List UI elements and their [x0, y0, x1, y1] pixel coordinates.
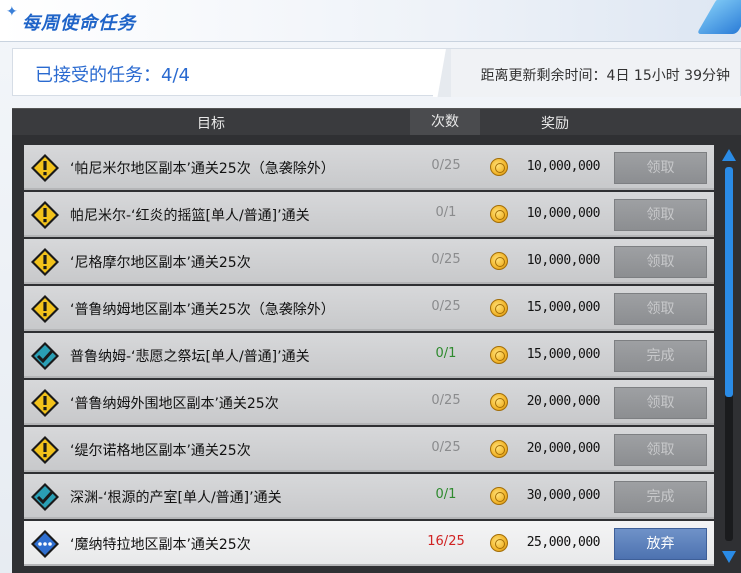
window-title: 每周使命任务 [22, 13, 136, 34]
coin-icon [490, 487, 508, 505]
mission-count: 0/1 [435, 205, 457, 220]
mission-count: 0/25 [431, 299, 461, 314]
claim-button[interactable]: 领取 [614, 293, 707, 325]
reward-amount: 15,000,000 [526, 347, 601, 362]
table-row[interactable]: ‘帕尼米尔地区副本’通关25次（急袭除外） 0/25 10,000,000 领取 [24, 145, 714, 190]
table-row[interactable]: ‘普鲁纳姆外围地区副本’通关25次 0/25 20,000,000 领取 [24, 380, 714, 425]
scroll-track[interactable] [725, 167, 733, 541]
warning-icon [30, 247, 60, 277]
table-row[interactable]: ‘缇尔诺格地区副本’通关25次 0/25 20,000,000 领取 [24, 427, 714, 472]
coin-icon [490, 440, 508, 458]
mission-goal: ‘普鲁纳姆外围地区副本’通关25次 [70, 396, 279, 412]
title-bar: ✦ 每周使命任务 [0, 0, 741, 42]
warning-icon [30, 388, 60, 418]
table-row[interactable]: ‘尼格摩尔地区副本’通关25次 0/25 10,000,000 领取 [24, 239, 714, 284]
banner-divider [433, 49, 451, 97]
mission-goal: 普鲁纳姆-‘悲愿之祭坛[单人/普通]’通关 [70, 349, 310, 365]
warning-icon [30, 435, 60, 465]
check-icon [30, 341, 60, 371]
accepted-count: 已接受的任务：4/4 [35, 65, 190, 86]
header-goal: 目标 [197, 116, 225, 132]
warning-icon [30, 200, 60, 230]
in-progress-icon [30, 529, 60, 559]
coin-icon [490, 299, 508, 317]
warning-icon [30, 153, 60, 183]
mission-goal: ‘普鲁纳姆地区副本’通关25次（急袭除外） [70, 302, 335, 318]
coin-icon [490, 252, 508, 270]
coin-icon [490, 346, 508, 364]
reward-amount: 25,000,000 [526, 535, 601, 550]
mission-goal: 深渊-‘根源的产室[单人/普通]’通关 [70, 490, 282, 506]
table-row[interactable]: ‘魔纳特拉地区副本’通关25次 16/25 25,000,000 放弃 [24, 521, 714, 566]
claim-button[interactable]: 领取 [614, 199, 707, 231]
mission-goal: 帕尼米尔-‘红炎的摇篮[单人/普通]’通关 [70, 208, 310, 224]
mission-goal: ‘魔纳特拉地区副本’通关25次 [70, 537, 251, 553]
coin-icon [490, 158, 508, 176]
reward-amount: 10,000,000 [526, 206, 601, 221]
mission-count: 0/25 [431, 393, 461, 408]
table-row[interactable]: 深渊-‘根源的产室[单人/普通]’通关 0/1 30,000,000 完成 [24, 474, 714, 519]
mission-table: 目标 次数 奖励 ‘帕尼米尔地区副本’通关25次（急袭除外） 0/25 10,000… [12, 108, 741, 573]
close-corner-icon[interactable] [696, 0, 741, 34]
check-icon [30, 482, 60, 512]
status-banner: 已接受的任务：4/4 距离更新剩余时间：4日 15小时 39分钟 [12, 48, 741, 97]
header-reward: 奖励 [541, 116, 569, 132]
coin-icon [490, 393, 508, 411]
claim-button[interactable]: 领取 [614, 387, 707, 419]
claim-button[interactable]: 领取 [614, 152, 707, 184]
mission-goal: ‘帕尼米尔地区副本’通关25次（急袭除外） [70, 161, 335, 177]
complete-button[interactable]: 完成 [614, 340, 707, 372]
scroll-thumb[interactable] [725, 167, 733, 397]
refresh-timer: 距离更新剩余时间：4日 15小时 39分钟 [480, 68, 730, 84]
reward-amount: 20,000,000 [526, 394, 601, 409]
reward-amount: 30,000,000 [526, 488, 601, 503]
table-row[interactable]: 帕尼米尔-‘红炎的摇篮[单人/普通]’通关 0/1 10,000,000 领取 [24, 192, 714, 237]
mission-count: 0/25 [431, 158, 461, 173]
scroll-down-icon[interactable] [722, 551, 736, 563]
sparkle-icon: ✦ [6, 4, 18, 20]
header-count: 次数 [410, 109, 480, 135]
reward-amount: 10,000,000 [526, 159, 601, 174]
mission-count: 0/1 [435, 487, 457, 502]
abandon-button[interactable]: 放弃 [614, 528, 707, 560]
coin-icon [490, 205, 508, 223]
mission-count: 0/25 [431, 252, 461, 267]
table-row[interactable]: ‘普鲁纳姆地区副本’通关25次（急袭除外） 0/25 15,000,000 领取 [24, 286, 714, 331]
reward-amount: 10,000,000 [526, 253, 601, 268]
mission-goal: ‘缇尔诺格地区副本’通关25次 [70, 443, 251, 459]
table-header: 目标 次数 奖励 [12, 109, 741, 135]
mission-goal: ‘尼格摩尔地区副本’通关25次 [70, 255, 251, 271]
claim-button[interactable]: 领取 [614, 246, 707, 278]
coin-icon [490, 534, 508, 552]
reward-amount: 20,000,000 [526, 441, 601, 456]
table-row[interactable]: 普鲁纳姆-‘悲愿之祭坛[单人/普通]’通关 0/1 15,000,000 完成 [24, 333, 714, 378]
warning-icon [30, 294, 60, 324]
mission-count: 0/25 [431, 440, 461, 455]
claim-button[interactable]: 领取 [614, 434, 707, 466]
scroll-up-icon[interactable] [722, 149, 736, 161]
scrollbar[interactable] [720, 145, 738, 565]
complete-button[interactable]: 完成 [614, 481, 707, 513]
mission-count: 16/25 [427, 534, 465, 549]
reward-amount: 15,000,000 [526, 300, 601, 315]
mission-count: 0/1 [435, 346, 457, 361]
